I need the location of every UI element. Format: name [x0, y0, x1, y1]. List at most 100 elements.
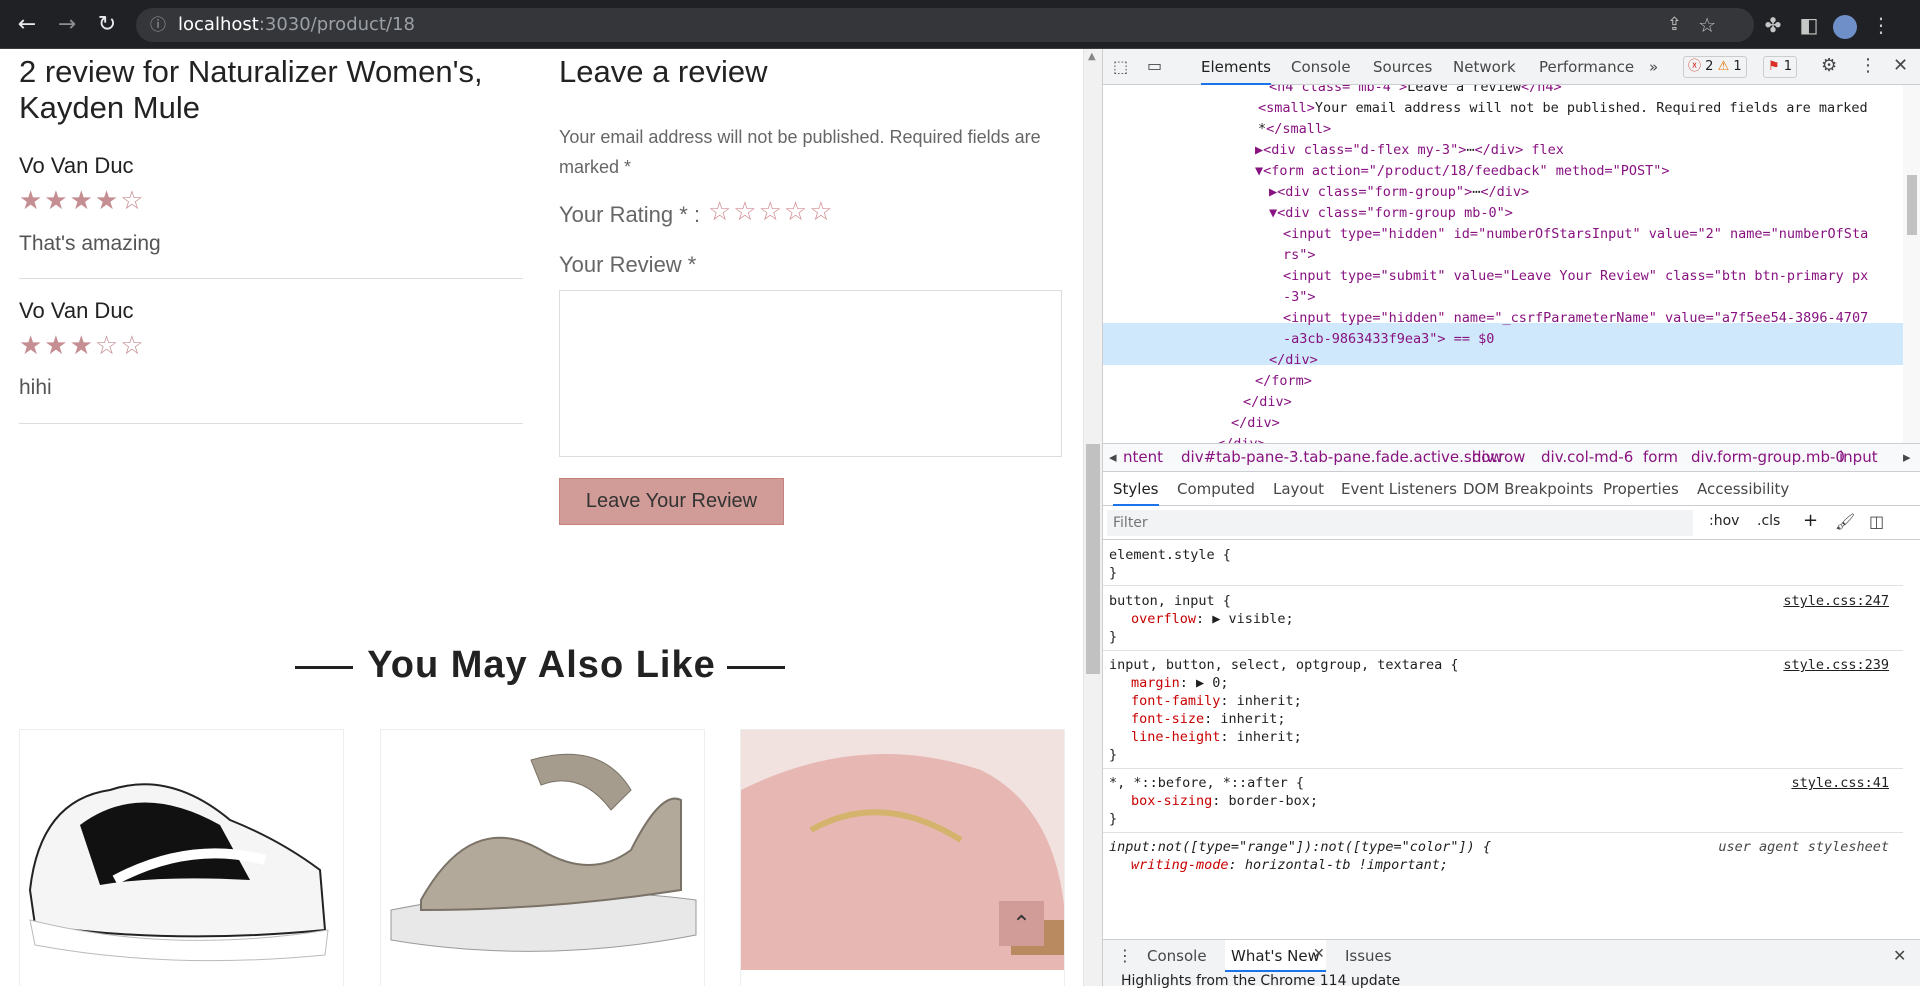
- dom-node-line[interactable]: *</small>: [1258, 119, 1331, 140]
- breadcrumb-scroll-left-icon[interactable]: ◂: [1109, 444, 1117, 471]
- breadcrumb-scroll-right-icon[interactable]: ▸: [1903, 444, 1911, 471]
- extensions-icon[interactable]: ✤: [1756, 8, 1790, 42]
- menu-kebab-icon[interactable]: ⋮: [1864, 8, 1898, 42]
- back-icon[interactable]: ←: [10, 8, 44, 42]
- leave-review-button[interactable]: Leave Your Review: [559, 478, 784, 525]
- close-drawer-icon[interactable]: ✕: [1893, 946, 1906, 965]
- dom-node-line[interactable]: <h4 class="mb-4">Leave a review</h4>: [1269, 85, 1562, 98]
- rule-selector[interactable]: input:not([type="range"]):not([type="col…: [1109, 838, 1491, 856]
- dom-node-line[interactable]: ▶<div class="d-flex my-3">⋯</div> flex: [1255, 140, 1564, 161]
- tab-dom-breakpoints[interactable]: DOM Breakpoints: [1463, 472, 1593, 506]
- dom-node-line[interactable]: <input type="hidden" id="numberOfStarsIn…: [1283, 224, 1868, 245]
- reload-icon[interactable]: ↻: [90, 8, 124, 42]
- breadcrumb-item-active[interactable]: input: [1839, 444, 1878, 471]
- breadcrumb-item[interactable]: div#tab-pane-3.tab-pane.fade.active.show: [1181, 444, 1503, 471]
- tab-styles[interactable]: Styles: [1113, 472, 1159, 506]
- product-card[interactable]: [740, 729, 1065, 986]
- dom-node-line[interactable]: </form>: [1255, 371, 1312, 392]
- dom-node-line[interactable]: ▼<form action="/product/18/feedback" met…: [1255, 161, 1670, 182]
- drawer-tab-whats-new[interactable]: What's New: [1225, 940, 1326, 972]
- share-icon[interactable]: ⇪: [1667, 8, 1682, 42]
- you-may-also-like-heading: You May Also Like: [367, 644, 716, 686]
- style-rules[interactable]: element.style { } button, input { style.…: [1103, 540, 1903, 958]
- new-rule-icon[interactable]: +: [1803, 510, 1818, 531]
- tab-elements[interactable]: Elements: [1201, 49, 1271, 85]
- site-info-icon[interactable]: ⓘ: [150, 8, 166, 42]
- drawer-tab-console[interactable]: Console: [1147, 940, 1207, 972]
- close-devtools-icon[interactable]: ✕: [1893, 55, 1908, 76]
- dom-tag: -a3cb-9863433f9ea3">: [1283, 331, 1446, 347]
- dom-node-line[interactable]: <input type="hidden" name="_csrfParamete…: [1283, 308, 1868, 329]
- tab-sources[interactable]: Sources: [1373, 49, 1432, 85]
- drawer-menu-icon[interactable]: ⋮: [1117, 946, 1133, 965]
- tab-computed[interactable]: Computed: [1177, 472, 1255, 506]
- rule-selector[interactable]: element.style {: [1109, 546, 1231, 564]
- close-tab-icon[interactable]: ✕: [1313, 946, 1325, 962]
- hov-toggle[interactable]: :hov: [1709, 513, 1739, 529]
- dom-node-line[interactable]: <input type="submit" value="Leave Your R…: [1283, 266, 1868, 287]
- rule-source-link[interactable]: style.css:41: [1791, 774, 1889, 792]
- product-card[interactable]: [380, 729, 705, 986]
- dom-node-line[interactable]: -3">: [1283, 287, 1316, 308]
- scroll-up-icon[interactable]: ▲: [1088, 51, 1096, 62]
- side-panel-icon[interactable]: ◧: [1792, 8, 1826, 42]
- dom-node-line[interactable]: </div>: [1243, 392, 1292, 413]
- drawer-tab-issues[interactable]: Issues: [1345, 940, 1392, 972]
- rule-selector[interactable]: button, input {: [1109, 592, 1231, 610]
- dom-scrollbar-thumb[interactable]: [1907, 175, 1917, 235]
- dom-node-line[interactable]: </div>: [1231, 413, 1280, 434]
- dom-tree[interactable]: <h4 class="mb-4">Leave a review</h4> <sma…: [1103, 85, 1920, 443]
- dom-node-line[interactable]: <small>Your email address will not be pu…: [1258, 98, 1868, 119]
- dom-tag: </div>: [1231, 415, 1280, 431]
- issues-badge[interactable]: ⚑ 1: [1763, 56, 1798, 78]
- paint-brush-icon[interactable]: 🖌: [1835, 512, 1855, 531]
- breadcrumb-item[interactable]: ntent: [1123, 444, 1163, 471]
- more-tabs-icon[interactable]: »: [1649, 49, 1658, 85]
- page-scrollbar[interactable]: ▲: [1083, 49, 1102, 986]
- tab-layout[interactable]: Layout: [1273, 472, 1324, 506]
- breadcrumb-item[interactable]: div.form-group.mb-0: [1691, 444, 1845, 471]
- cls-toggle[interactable]: .cls: [1757, 513, 1780, 529]
- toggle-sidebar-icon[interactable]: ◫: [1869, 512, 1884, 531]
- dom-node-line[interactable]: -a3cb-9863433f9ea3"> == $0: [1283, 329, 1494, 350]
- rule-source-link[interactable]: style.css:247: [1783, 592, 1889, 610]
- url-text[interactable]: localhost:3030/product/18: [178, 8, 415, 42]
- forward-icon[interactable]: →: [50, 8, 84, 42]
- dom-tag: <input type="hidden" id="numberOfStarsIn…: [1283, 226, 1869, 242]
- product-card[interactable]: [19, 729, 344, 986]
- tab-properties[interactable]: Properties: [1603, 472, 1679, 506]
- styles-filter-input[interactable]: [1107, 510, 1693, 536]
- issues-counter[interactable]: ⓧ 2 ⚠ 1: [1683, 56, 1747, 78]
- breadcrumb-item[interactable]: div.col-md-6: [1541, 444, 1633, 471]
- dom-node-line[interactable]: </div>: [1217, 434, 1266, 443]
- device-toolbar-icon[interactable]: ▭: [1147, 56, 1162, 75]
- tab-accessibility[interactable]: Accessibility: [1697, 472, 1789, 506]
- back-to-top-button[interactable]: ⌃: [999, 901, 1044, 946]
- inspect-element-icon[interactable]: ⬚: [1113, 57, 1128, 76]
- breadcrumb-item[interactable]: div.row: [1472, 444, 1525, 471]
- rule-selector[interactable]: input, button, select, optgroup, textare…: [1109, 656, 1459, 674]
- dom-node-line[interactable]: rs">: [1283, 245, 1316, 266]
- tab-event-listeners[interactable]: Event Listeners: [1341, 472, 1457, 506]
- rule-source-link[interactable]: style.css:239: [1783, 656, 1889, 674]
- dom-tag: </div>: [1269, 352, 1318, 368]
- review-textarea[interactable]: [559, 290, 1062, 457]
- tab-network[interactable]: Network: [1453, 49, 1516, 85]
- scrollbar-thumb[interactable]: [1086, 444, 1100, 674]
- dom-node-line[interactable]: </div>: [1269, 350, 1318, 371]
- dom-text: *: [1258, 121, 1267, 137]
- bookmark-star-icon[interactable]: ☆: [1698, 8, 1716, 42]
- rule-selector[interactable]: *, *::before, *::after {: [1109, 774, 1304, 792]
- settings-gear-icon[interactable]: ⚙: [1821, 55, 1837, 76]
- dom-scrollbar[interactable]: [1903, 85, 1920, 443]
- tab-console[interactable]: Console: [1291, 49, 1351, 85]
- breadcrumb-item[interactable]: form: [1643, 444, 1678, 471]
- dom-node-line[interactable]: ▶<div class="form-group">⋯</div>: [1269, 182, 1529, 203]
- issue-flag-icon: ⚑: [1768, 59, 1780, 74]
- rating-star-input[interactable]: ☆☆☆☆☆: [708, 196, 835, 227]
- devtools-menu-icon[interactable]: ⋮: [1859, 55, 1877, 76]
- dom-node-line[interactable]: ▼<div class="form-group mb-0">: [1269, 203, 1513, 224]
- address-bar[interactable]: ⓘ localhost:3030/product/18 ⇪ ☆: [136, 8, 1754, 42]
- profile-avatar[interactable]: [1828, 8, 1862, 42]
- tab-performance[interactable]: Performance: [1539, 49, 1634, 85]
